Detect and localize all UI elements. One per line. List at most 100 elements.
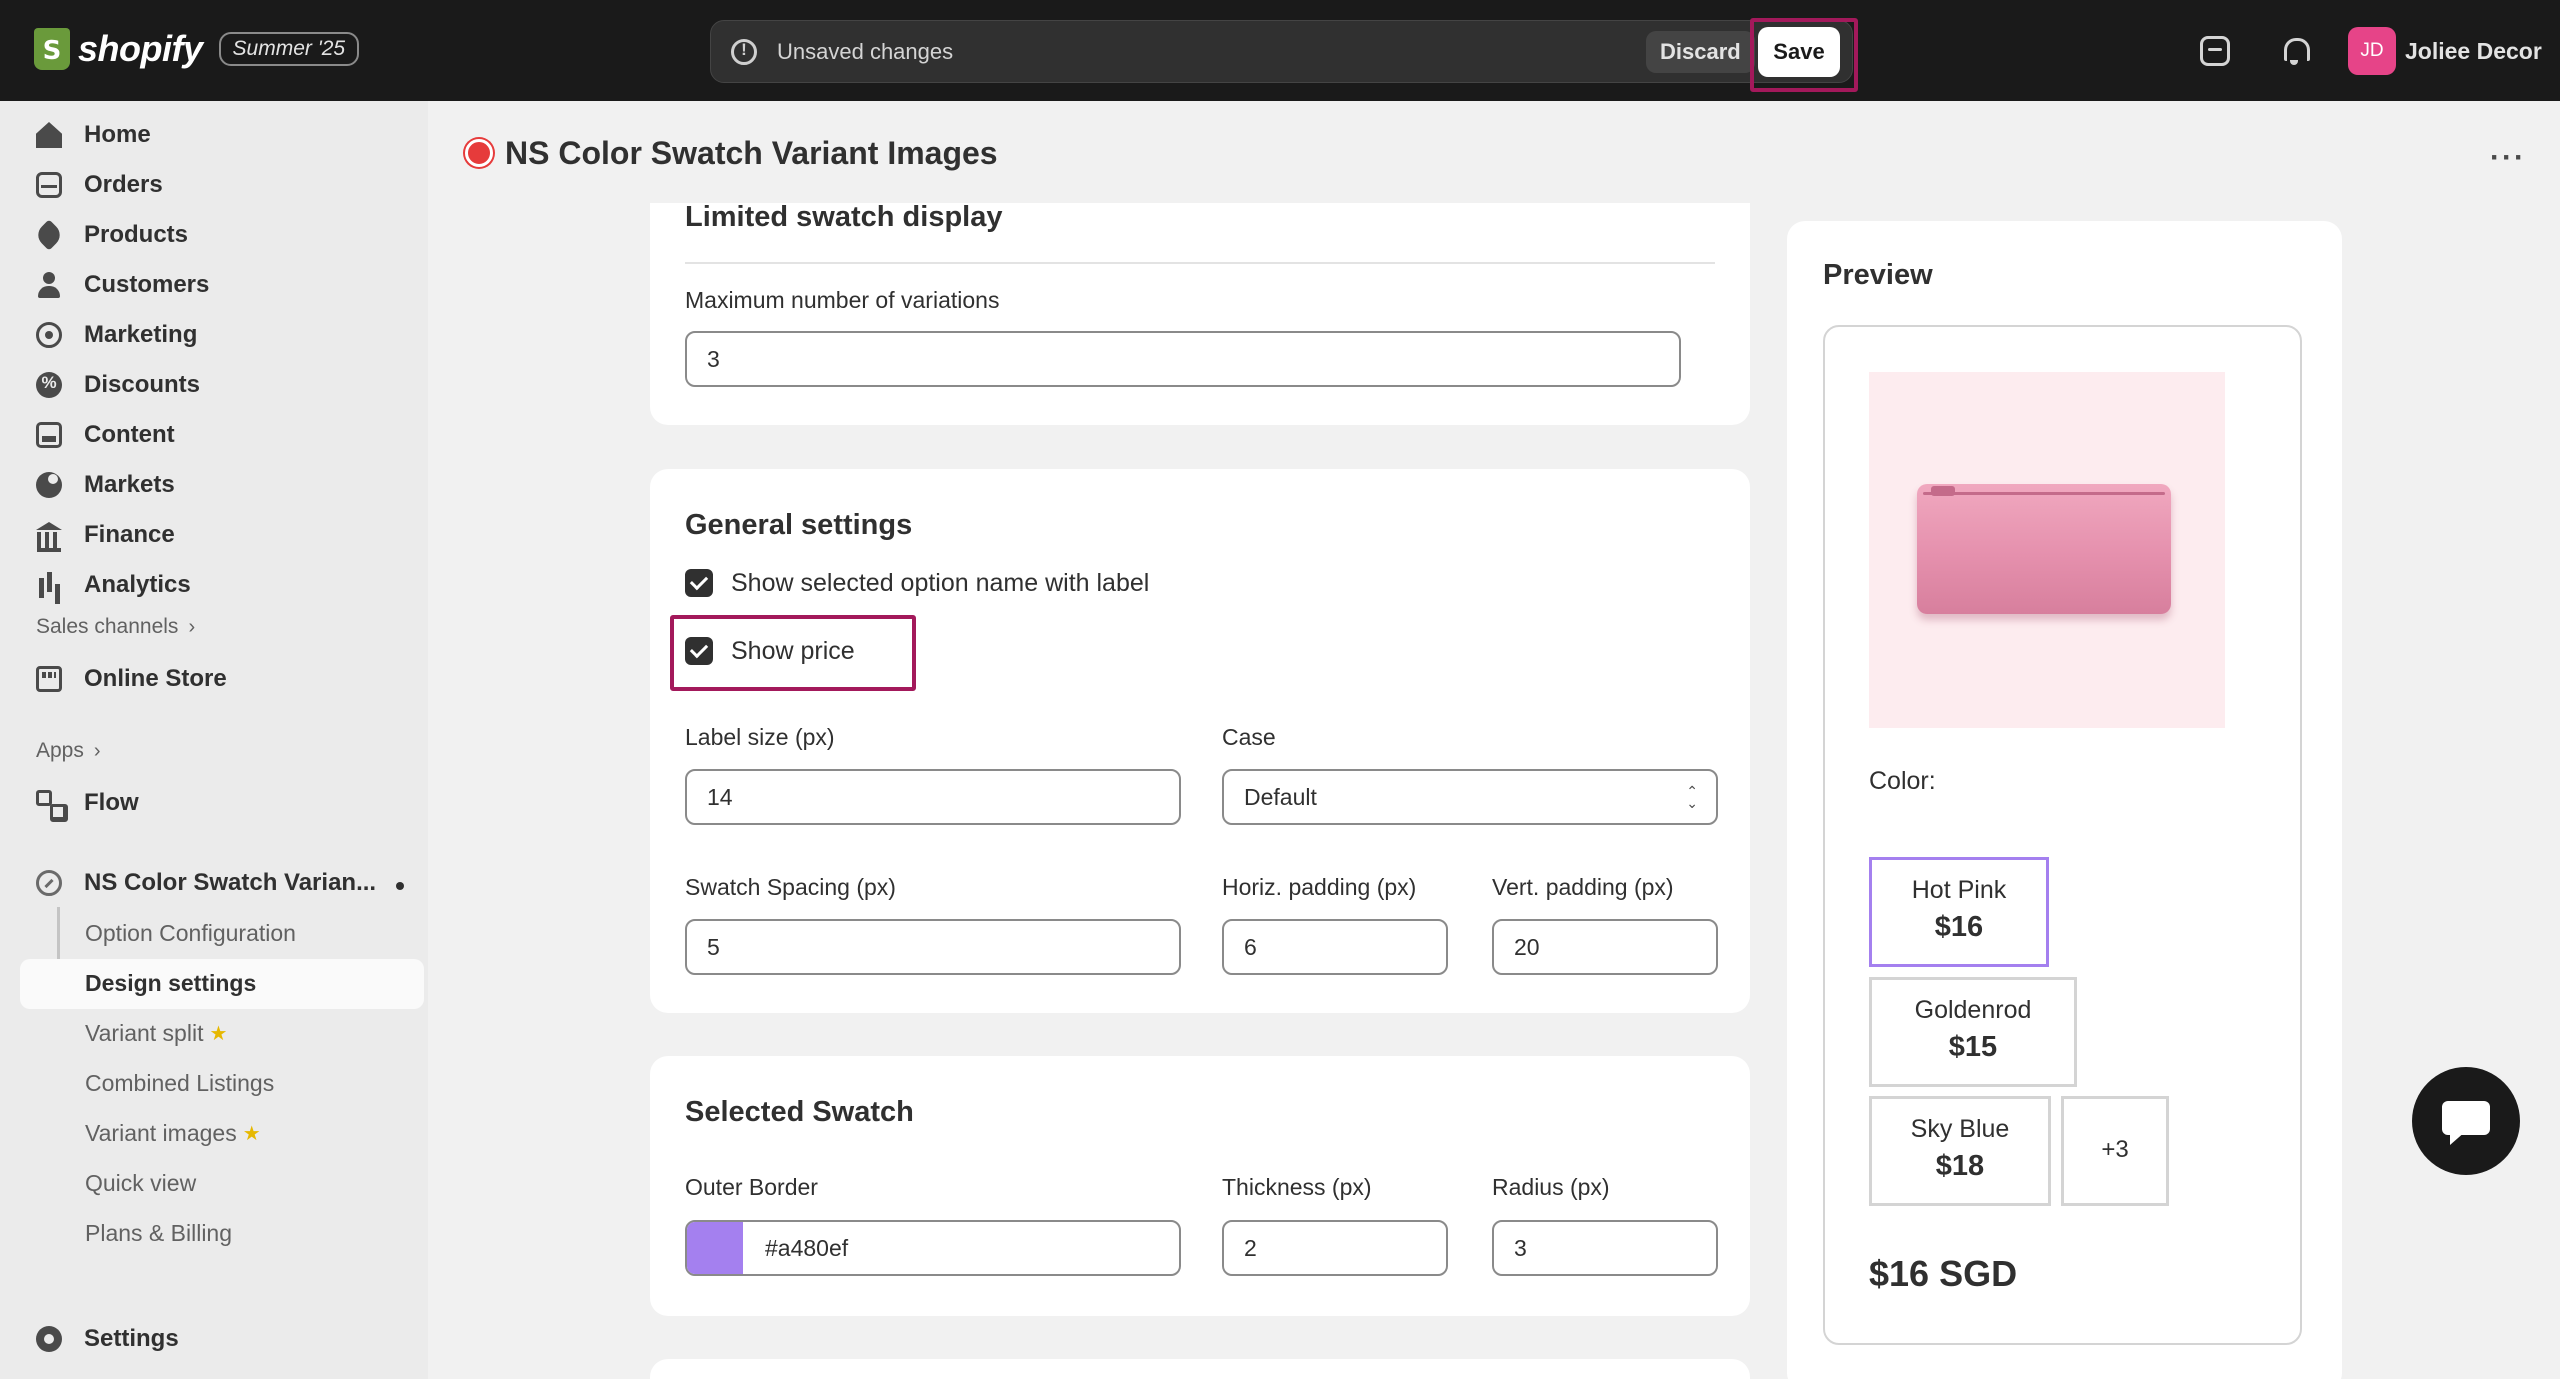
checkbox-label: Show selected option name with label <box>731 569 1150 597</box>
selected-swatch-card: Selected Swatch Outer Border #a480ef Thi… <box>650 1056 1750 1316</box>
swatch-name: Goldenrod <box>1914 996 2032 1024</box>
preview-card: Preview Color: Hot Pink $16 Goldenrod $1… <box>1787 221 2342 1379</box>
outer-border-color-input[interactable]: #a480ef <box>685 1220 1181 1276</box>
edition-badge[interactable]: Summer '25 <box>218 32 360 66</box>
discount-icon <box>36 372 62 398</box>
person-icon <box>36 272 62 298</box>
sidebar-item-label: Orders <box>84 171 163 198</box>
active-app-dot <box>396 882 404 890</box>
sidebar-subitem-variant-images[interactable]: Variant images ★ <box>85 1113 261 1153</box>
sidebar-item-customers[interactable]: Customers <box>36 263 209 307</box>
swatch-name: Hot Pink <box>1911 876 2007 904</box>
sidebar-item-label: NS Color Swatch Varian... <box>84 869 377 896</box>
main-content: Limited swatch display Maximum number of… <box>428 101 2560 1379</box>
sidebar-item-label: Settings <box>84 1325 179 1352</box>
swatch-spacing-input[interactable]: 5 <box>685 919 1181 975</box>
label-size-input[interactable]: 14 <box>685 769 1181 825</box>
case-select[interactable]: Default ⌃ ⌄ <box>1222 769 1718 825</box>
sidebar-subitem-design-settings[interactable]: Design settings <box>85 963 256 1003</box>
subitem-label: Plans & Billing <box>85 1219 233 1246</box>
sidebar-item-online-store[interactable]: Online Store <box>36 657 227 701</box>
case-select-value: Default <box>1244 784 1317 810</box>
radius-input[interactable]: 3 <box>1492 1220 1718 1276</box>
orders-icon <box>36 172 62 198</box>
preview-price: $16 SGD <box>1869 1253 2018 1294</box>
store-name[interactable]: Joliee Decor <box>2405 38 2542 65</box>
page-title: NS Color Swatch Variant Images <box>505 135 998 171</box>
swatch-price: $15 <box>1948 1031 1998 1063</box>
checkbox-label: Show price <box>731 637 855 665</box>
sidebar-item-home[interactable]: Home <box>36 113 151 157</box>
sidebar-item-finance[interactable]: Finance <box>36 513 175 557</box>
field-label: Swatch Spacing (px) <box>685 874 896 900</box>
show-option-name-checkbox[interactable] <box>685 569 713 597</box>
field-label: Radius (px) <box>1492 1174 1610 1200</box>
sidebar-subitem-option-configuration[interactable]: Option Configuration <box>85 913 296 953</box>
sidebar-subitem-quick-view[interactable]: Quick view <box>85 1163 196 1203</box>
sidebar-item-analytics[interactable]: Analytics <box>36 563 191 607</box>
sidebar-item-markets[interactable]: Markets <box>36 463 175 507</box>
field-label: Vert. padding (px) <box>1492 874 1674 900</box>
sidebar-item-settings[interactable]: Settings <box>36 1317 179 1361</box>
sidebar-subitem-combined-listings[interactable]: Combined Listings <box>85 1063 274 1103</box>
sidebar-item-flow[interactable]: Flow <box>36 781 139 825</box>
horiz-padding-input[interactable]: 6 <box>1222 919 1448 975</box>
thickness-input[interactable]: 2 <box>1222 1220 1448 1276</box>
pouch-shape <box>1917 484 2171 614</box>
swatch-hot-pink[interactable]: Hot Pink $16 <box>1869 857 2049 967</box>
show-price-checkbox[interactable] <box>685 637 713 665</box>
max-variations-input[interactable]: 3 <box>685 331 1681 387</box>
field-label: Case <box>1222 724 1276 750</box>
sidebar-item-label: Markets <box>84 471 175 498</box>
shopify-logo[interactable]: shopify Summer '25 <box>34 28 360 70</box>
field-label: Outer Border <box>685 1174 818 1200</box>
chat-icon[interactable] <box>2412 1067 2520 1175</box>
apps-header[interactable]: Apps › <box>36 739 101 763</box>
discard-button[interactable]: Discard <box>1646 31 1755 73</box>
field-label: Horiz. padding (px) <box>1222 874 1417 900</box>
swatch-goldenrod[interactable]: Goldenrod $15 <box>1869 977 2077 1087</box>
swatch-more[interactable]: +3 <box>2061 1096 2169 1206</box>
sidebar-item-label: Discounts <box>84 371 201 398</box>
preview-frame: Color: Hot Pink $16 Goldenrod $15 Sky Bl… <box>1823 325 2302 1345</box>
color-swatch-chip[interactable] <box>687 1222 743 1274</box>
subitem-label: Variant images <box>85 1119 237 1146</box>
subitem-label: Variant split <box>85 1019 204 1046</box>
top-bar: shopify Summer '25 Unsaved changes Disca… <box>0 0 2560 101</box>
sidebar-item-label: Content <box>84 421 175 448</box>
more-options-icon[interactable]: ··· <box>2490 141 2526 175</box>
apps-label: Apps <box>36 739 84 762</box>
color-label: Color: <box>1869 767 1936 795</box>
sidebar-item-marketing[interactable]: Marketing <box>36 313 197 357</box>
search-icon[interactable] <box>2200 36 2230 66</box>
home-icon <box>36 122 62 148</box>
sidebar-item-app[interactable]: NS Color Swatch Varian... <box>36 861 376 905</box>
sidebar-subitem-variant-split[interactable]: Variant split ★ <box>85 1013 227 1053</box>
sales-channels-header[interactable]: Sales channels › <box>36 615 195 639</box>
swatch-name: Sky Blue <box>1910 1115 2010 1143</box>
sidebar-item-products[interactable]: Products <box>33 213 188 257</box>
vert-padding-input[interactable]: 20 <box>1492 919 1718 975</box>
card-title: Preview <box>1823 259 1933 291</box>
avatar[interactable]: JD <box>2348 27 2396 75</box>
sidebar-item-label: Online Store <box>84 665 227 692</box>
unsaved-changes-text: Unsaved changes <box>777 39 954 64</box>
flow-icon <box>36 790 68 822</box>
sidebar-item-orders[interactable]: Orders <box>36 163 163 207</box>
star-icon: ★ <box>242 1122 261 1145</box>
sales-channels-label: Sales channels <box>36 615 179 638</box>
bank-icon <box>36 522 62 552</box>
sidebar-item-content[interactable]: Content <box>36 413 175 457</box>
divider <box>685 262 1715 264</box>
sidebar-subitem-plans-billing[interactable]: Plans & Billing <box>85 1213 232 1253</box>
card-title: Limited swatch display <box>685 201 1003 233</box>
save-button[interactable]: Save <box>1758 27 1840 77</box>
bar-chart-icon <box>36 572 62 598</box>
tag-icon <box>33 219 65 251</box>
page-header: NS Color Swatch Variant Images ··· <box>428 101 2560 203</box>
sidebar-item-label: Finance <box>84 521 175 548</box>
bell-icon[interactable] <box>2279 36 2310 66</box>
swatch-sky-blue[interactable]: Sky Blue $18 <box>1869 1096 2051 1206</box>
sidebar-item-discounts[interactable]: Discounts <box>36 363 200 407</box>
more-swatches-label: +3 <box>2101 1136 2129 1163</box>
